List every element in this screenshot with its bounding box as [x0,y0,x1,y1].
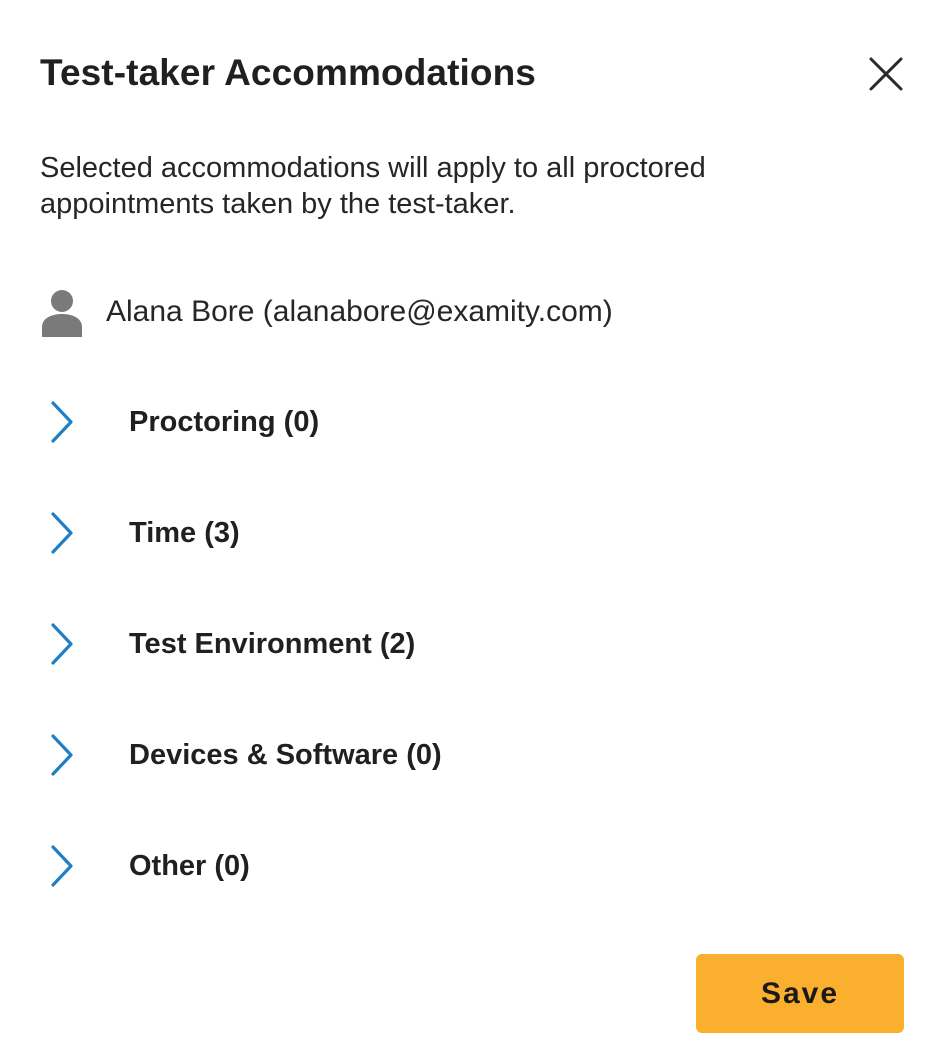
accommodation-sections: Proctoring (0) Time (3) Test Environment… [40,366,900,921]
person-icon [42,290,82,337]
dialog-title: Test-taker Accommodations [40,52,536,93]
dialog-description: Selected accommodations will apply to al… [40,152,706,220]
test-taker-name: Alana Bore (alanabore@examity.com) [106,295,613,328]
section-test-environment[interactable]: Test Environment (2) [40,588,900,699]
section-label: Other (0) [129,849,250,882]
chevron-right-icon[interactable] [40,730,84,780]
chevron-right-icon[interactable] [40,508,84,558]
section-devices-software[interactable]: Devices & Software (0) [40,699,900,810]
close-icon[interactable] [869,57,903,91]
chevron-right-icon[interactable] [40,397,84,447]
section-proctoring[interactable]: Proctoring (0) [40,366,900,477]
section-time[interactable]: Time (3) [40,477,900,588]
section-other[interactable]: Other (0) [40,810,900,921]
section-label: Time (3) [129,516,240,549]
test-taker-info: Alana Bore (alanabore@examity.com) [40,284,613,340]
save-button[interactable]: Save [696,954,904,1033]
accommodations-dialog: Test-taker Accommodations Selected accom… [0,0,944,1064]
section-label: Devices & Software (0) [129,738,442,771]
chevron-right-icon[interactable] [40,841,84,891]
close-button[interactable] [862,50,910,98]
section-label: Proctoring (0) [129,405,320,438]
section-label: Test Environment (2) [129,627,416,660]
chevron-right-icon[interactable] [40,619,84,669]
